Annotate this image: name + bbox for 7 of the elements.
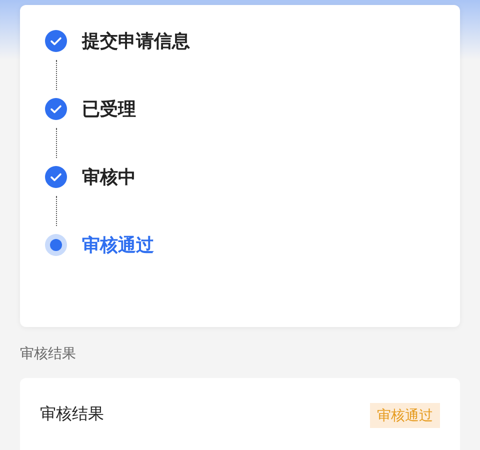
step-label: 审核中 bbox=[82, 168, 136, 186]
result-label: 审核结果 bbox=[40, 404, 104, 425]
step-label: 提交申请信息 bbox=[82, 32, 190, 50]
section-title: 审核结果 bbox=[20, 346, 76, 360]
status-badge: 审核通过 bbox=[370, 403, 440, 428]
step-label: 已受理 bbox=[82, 100, 136, 118]
step-label: 审核通过 bbox=[82, 236, 154, 254]
